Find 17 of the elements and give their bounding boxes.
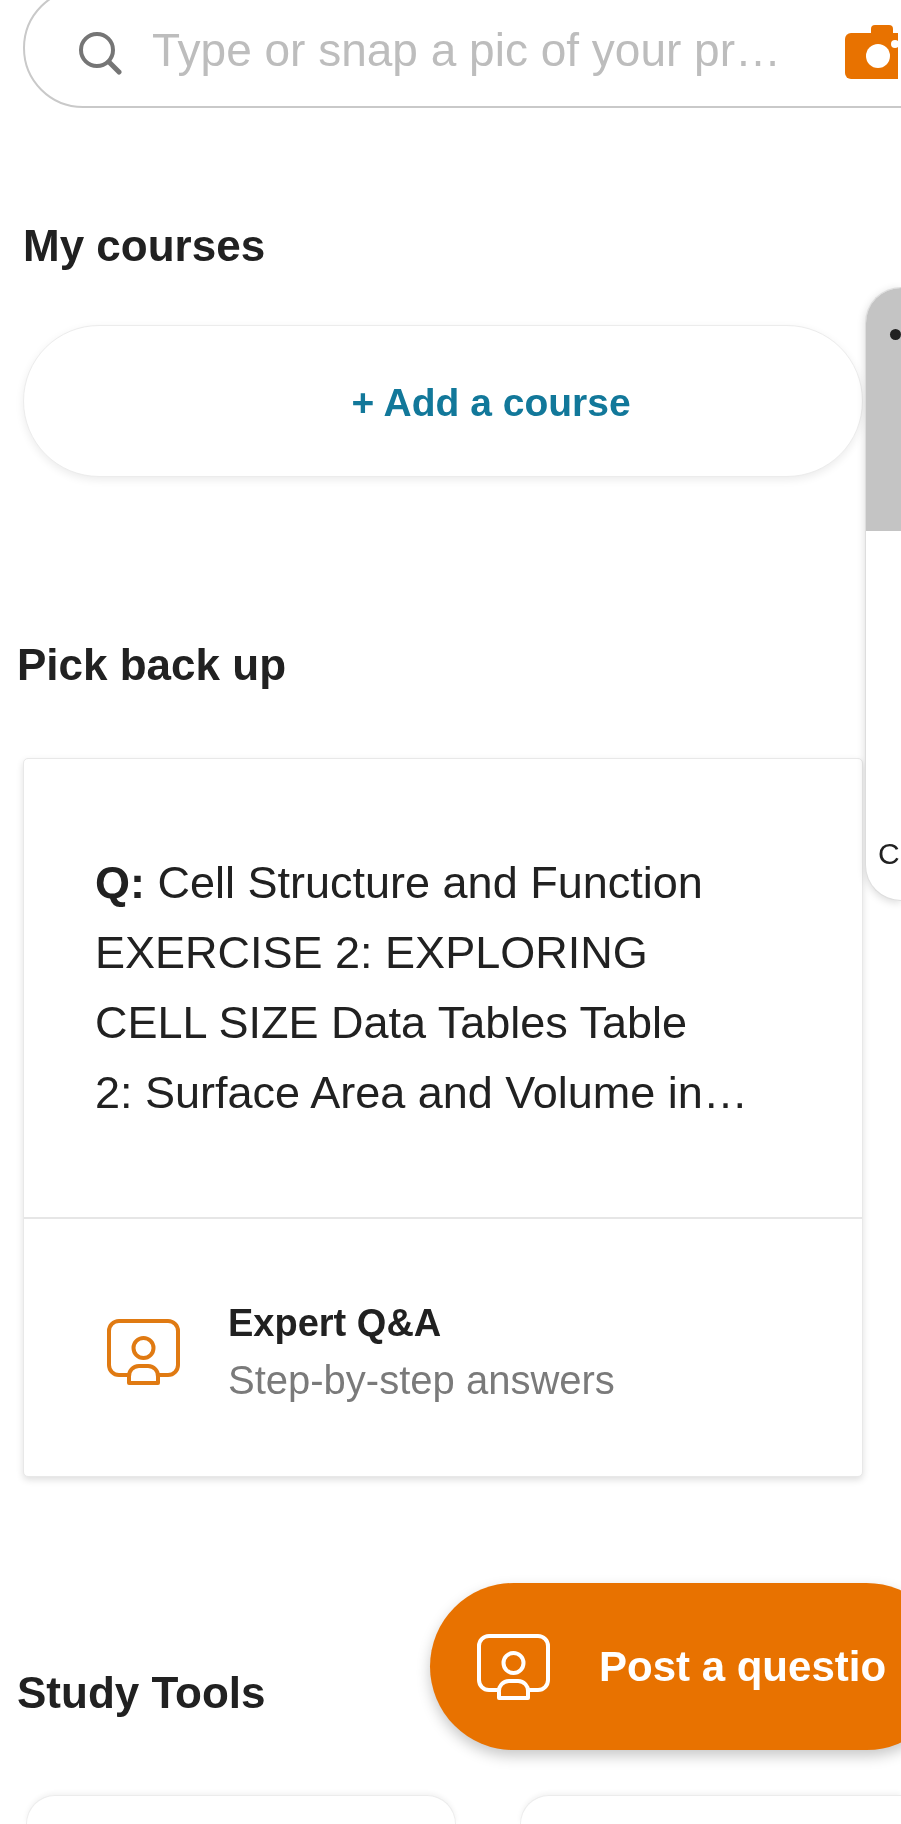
section-heading: My courses	[23, 220, 266, 272]
search-input[interactable]: Type or snap a pic of your pr…	[152, 23, 812, 77]
search-icon	[78, 31, 122, 75]
question-card[interactable]: Q: Cell Structure and Function EXERCISE 2: EXPLORING CELL SIZE Data Tables Table 2: Surface Area and Volume in… Expert Q&A Step-by-step answers	[23, 758, 863, 1477]
panel-label: C	[878, 836, 900, 872]
search-field[interactable]: Type or snap a pic of your pr…	[23, 0, 901, 108]
section-heading: Study Tools	[17, 1667, 266, 1719]
side-panel[interactable]: C	[865, 287, 901, 901]
dot-icon	[890, 329, 901, 340]
person-frame-icon	[477, 1633, 550, 1700]
add-course-button[interactable]: + Add a course	[23, 325, 863, 477]
category-title: Expert Q&A	[228, 1300, 443, 1346]
question-text: Q: Cell Structure and Function EXERCISE 2: EXPLORING CELL SIZE Data Tables Table 2: Surface Area and Volume in…	[95, 856, 749, 1120]
category-subtitle: Step-by-step answers	[228, 1356, 615, 1404]
camera-icon[interactable]	[845, 25, 898, 79]
person-frame-icon	[107, 1318, 180, 1385]
section-heading: Pick back up	[17, 639, 286, 691]
